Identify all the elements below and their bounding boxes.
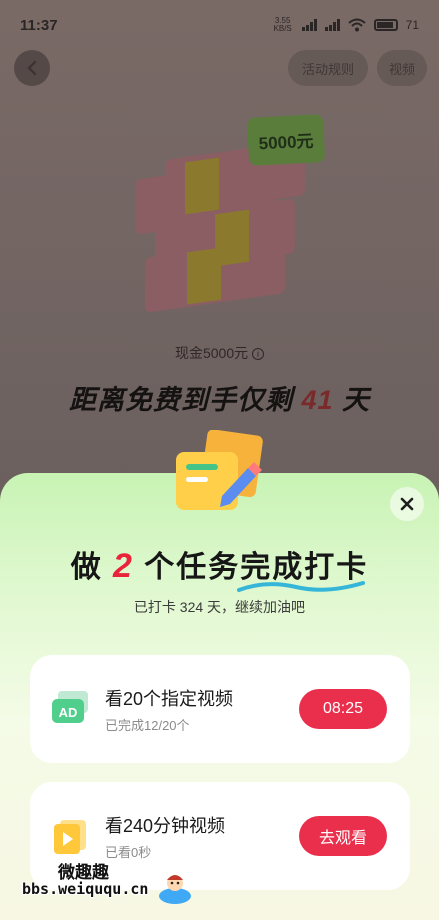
rules-pill-button[interactable]: 活动规则 — [288, 50, 368, 86]
back-button[interactable] — [14, 50, 50, 86]
title-task-count: 2 — [113, 547, 134, 585]
status-time: 11:37 — [20, 16, 58, 34]
ad-icon: AD — [52, 691, 88, 723]
countdown-days: 41 — [301, 385, 334, 415]
cash-label-text: 现金5000元 — [174, 345, 249, 361]
countdown-prefix: 距离免费到手仅剩 — [68, 385, 293, 415]
wifi-icon — [347, 18, 366, 32]
battery-icon — [373, 19, 398, 31]
watermark-url: bbs.weiququ.cn — [22, 880, 149, 898]
countdown-suffix: 天 — [342, 385, 371, 415]
cash-label: 现金5000元 i — [0, 343, 439, 363]
task-title: 看20个指定视频 — [105, 689, 234, 709]
task-title: 看240分钟视频 — [105, 816, 226, 836]
close-button[interactable] — [390, 487, 424, 521]
signal-icon — [301, 19, 317, 31]
price-tag: 5000元 — [246, 114, 326, 166]
status-bar: 11:37 3.55 KB/S 71 — [0, 0, 439, 50]
sheet-subtitle: 已打卡 324 天，继续加油吧 — [133, 599, 306, 615]
signal-icon-2 — [324, 19, 340, 31]
title-prefix: 做 — [70, 551, 103, 584]
close-icon — [400, 497, 414, 511]
checkin-scroll-icon — [176, 430, 263, 510]
title-middle: 个任务 — [144, 551, 241, 584]
task-progress: 已完成12/20个 — [105, 718, 190, 733]
title-underline-squiggle — [237, 581, 365, 592]
sheet-title: 做 2 个任务完成打卡 — [0, 542, 439, 586]
video-pill-button[interactable]: 视频 — [377, 50, 427, 86]
watermark-mascot-icon — [159, 875, 191, 904]
chevron-left-icon — [27, 60, 37, 76]
go-watch-button[interactable]: 去观看 — [299, 816, 387, 856]
countdown-headline: 距离免费到手仅剩 41 天 — [0, 378, 439, 417]
video-play-icon — [54, 820, 86, 854]
svg-text:AD: AD — [59, 705, 78, 720]
battery-percent: 71 — [405, 18, 419, 32]
net-speed: 3.55 KB/S — [273, 16, 292, 33]
info-icon[interactable]: i — [252, 348, 265, 360]
task-card-videos: AD 看20个指定视频 已完成12/20个 08:25 — [30, 655, 410, 763]
task-timer-button[interactable]: 08:25 — [299, 689, 387, 729]
status-right: 3.55 KB/S 71 — [272, 17, 419, 33]
